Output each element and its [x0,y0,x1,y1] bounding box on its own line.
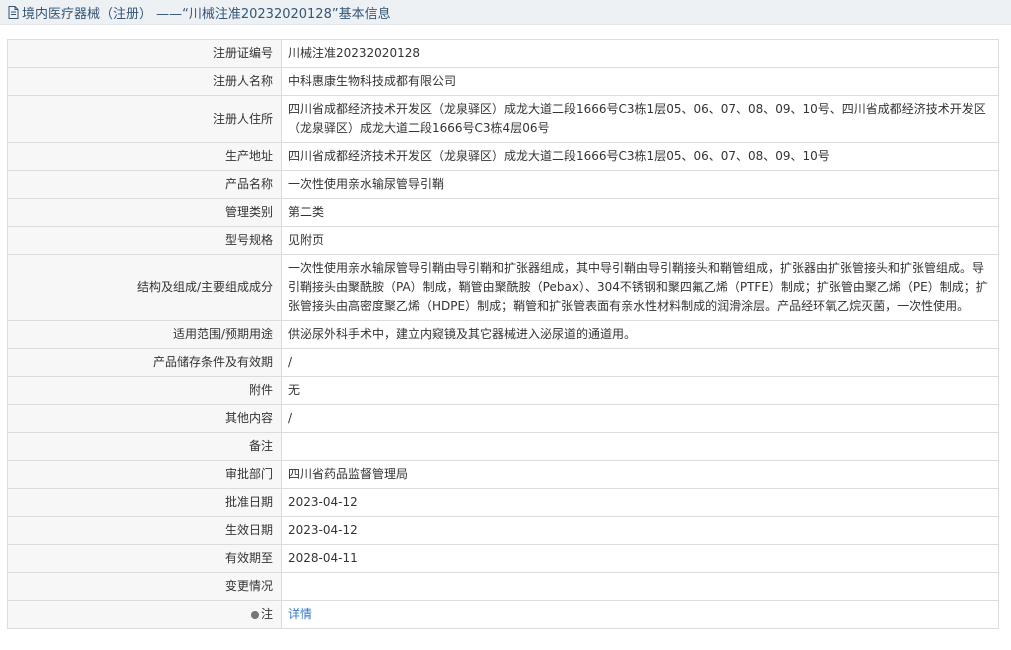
info-table: 注册证编号 川械注准20232020128 注册人名称 中科惠康生物科技成都有限公司… [7,39,999,629]
row-value: 无 [281,376,999,405]
table-row: 注册人名称 中科惠康生物科技成都有限公司 [7,67,999,96]
table-row: 生效日期 2023-04-12 [7,516,999,545]
row-label: 注册人名称 [7,67,282,96]
row-value: / [281,404,999,433]
row-value: 川械注准20232020128 [281,39,999,68]
row-value: 四川省药品监督管理局 [281,460,999,489]
row-value: 2028-04-11 [281,544,999,573]
page-header: 境内医疗器械（注册） ——“川械注准20232020128”基本信息 [0,0,1011,25]
row-value: 第二类 [281,198,999,227]
row-label: 产品储存条件及有效期 [7,348,282,377]
table-row: 生产地址 四川省成都经济技术开发区（龙泉驿区）成龙大道二段1666号C3栋1层05… [7,142,999,171]
table-row: 审批部门 四川省药品监督管理局 [7,460,999,489]
table-row: 备注 [7,432,999,461]
note-label: 注 [260,607,273,621]
row-value [281,572,999,601]
table-row: 批准日期 2023-04-12 [7,488,999,517]
row-label: 批准日期 [7,488,282,517]
row-label: 注册人住所 [7,95,282,143]
row-value: 四川省成都经济技术开发区（龙泉驿区）成龙大道二段1666号C3栋1层05、06、… [281,95,999,143]
row-value: 一次性使用亲水输尿管导引鞘由导引鞘和扩张器组成，其中导引鞘由导引鞘接头和鞘管组成… [281,254,999,321]
lightbulb-icon [250,610,259,619]
row-value: / [281,348,999,377]
table-row: 注册人住所 四川省成都经济技术开发区（龙泉驿区）成龙大道二段1666号C3栋1层0… [7,95,999,143]
row-label: 型号规格 [7,226,282,255]
row-value: 2023-04-12 [281,516,999,545]
table-row: 结构及组成/主要组成成分 一次性使用亲水输尿管导引鞘由导引鞘和扩张器组成，其中导引… [7,254,999,321]
row-value: 中科惠康生物科技成都有限公司 [281,67,999,96]
row-value: 四川省成都经济技术开发区（龙泉驿区）成龙大道二段1666号C3栋1层05、06、… [281,142,999,171]
row-label: 生效日期 [7,516,282,545]
table-row: 其他内容 / [7,404,999,433]
row-value: 一次性使用亲水输尿管导引鞘 [281,170,999,199]
row-label: 产品名称 [7,170,282,199]
table-row: 适用范围/预期用途 供泌尿外科手术中，建立内窥镜及其它器械进入泌尿道的通道用。 [7,320,999,349]
note-label-cell: 注 [7,600,282,629]
row-label: 有效期至 [7,544,282,573]
row-value: 供泌尿外科手术中，建立内窥镜及其它器械进入泌尿道的通道用。 [281,320,999,349]
row-label: 注册证编号 [7,39,282,68]
details-link[interactable]: 详情 [288,607,312,621]
row-label: 审批部门 [7,460,282,489]
row-label: 其他内容 [7,404,282,433]
table-row: 产品名称 一次性使用亲水输尿管导引鞘 [7,170,999,199]
table-row: 型号规格 见附页 [7,226,999,255]
row-label: 附件 [7,376,282,405]
row-value: 见附页 [281,226,999,255]
note-value-cell: 详情 [281,600,999,629]
row-label: 管理类别 [7,198,282,227]
row-value [281,432,999,461]
document-icon [8,5,19,19]
row-label: 结构及组成/主要组成成分 [7,254,282,321]
table-row: 附件无 [7,376,999,405]
table-row: 产品储存条件及有效期 / [7,348,999,377]
row-label: 备注 [7,432,282,461]
page-title: 境内医疗器械（注册） ——“川械注准20232020128”基本信息 [22,6,391,22]
row-label: 生产地址 [7,142,282,171]
table-row: 有效期至 2028-04-11 [7,544,999,573]
row-label: 适用范围/预期用途 [7,320,282,349]
row-value: 2023-04-12 [281,488,999,517]
table-row: 变更情况 [7,572,999,601]
row-label: 变更情况 [7,572,282,601]
table-row: 注册证编号 川械注准20232020128 [7,39,999,68]
info-table-container: 注册证编号 川械注准20232020128 注册人名称 中科惠康生物科技成都有限公司… [7,39,999,629]
note-row: 注 详情 [7,600,999,629]
table-row: 管理类别 第二类 [7,198,999,227]
